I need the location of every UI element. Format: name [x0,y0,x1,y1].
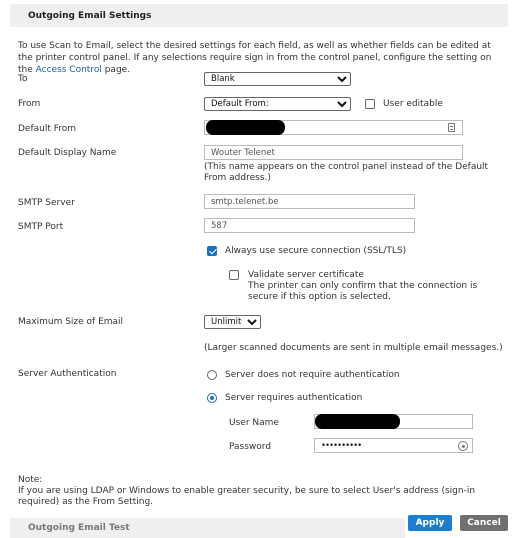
redaction-username [315,414,400,429]
intro-text-end: page. [101,65,131,75]
smtp-port-label: SMTP Port [18,222,64,232]
validate-certificate-label: Validate server certificate [248,270,364,280]
note-heading: Note: [18,475,43,485]
password-input[interactable]: •••••••••• [314,438,473,453]
username-label: User Name [229,418,279,428]
contact-card-icon[interactable] [448,123,455,132]
to-label: To [18,74,28,84]
server-auth-label: Server Authentication [18,369,117,379]
user-editable-label: User editable [383,99,443,109]
validate-certificate-checkbox[interactable] [229,270,239,280]
next-section-title: Outgoing Email Test [28,523,130,533]
password-label: Password [229,442,272,452]
smtp-server-input[interactable]: smtp.telenet.be [204,194,415,209]
section-title: Outgoing Email Settings [28,11,152,21]
auth-none-label: Server does not require authentication [225,370,400,380]
from-label: From [18,99,41,109]
auth-required-label: Server requires authentication [225,393,363,403]
note-text: If you are using LDAP or Windows to enab… [18,486,476,507]
show-password-icon[interactable] [458,441,468,451]
cancel-button[interactable]: Cancel [460,515,508,531]
smtp-server-label: SMTP Server [18,198,75,208]
auth-required-radio[interactable] [207,393,217,403]
max-size-label: Maximum Size of Email [18,317,124,327]
validate-certificate-help: The printer can only confirm that the co… [248,281,478,302]
intro-text: To use Scan to Email, select the desired… [18,40,500,76]
display-name-label: Default Display Name [18,148,117,158]
to-select[interactable]: Blank [204,72,351,86]
display-name-input[interactable]: Wouter Telenet [204,145,463,160]
user-editable-checkbox[interactable] [365,99,375,109]
from-select[interactable]: Default From: [204,97,351,111]
secure-connection-label: Always use secure connection (SSL/TLS) [225,246,407,256]
redaction-default-from [206,120,285,135]
max-size-select[interactable]: Unlimited [204,315,261,329]
smtp-port-input[interactable]: 587 [204,218,415,233]
access-control-link[interactable]: Access Control [36,65,102,75]
default-from-label: Default From [18,124,77,134]
auth-none-radio[interactable] [207,370,217,380]
apply-button[interactable]: Apply [408,515,452,531]
display-name-help: (This name appears on the control panel … [204,162,489,183]
max-size-help: (Larger scanned documents are sent in mu… [204,343,503,353]
secure-connection-checkbox[interactable] [207,246,217,256]
